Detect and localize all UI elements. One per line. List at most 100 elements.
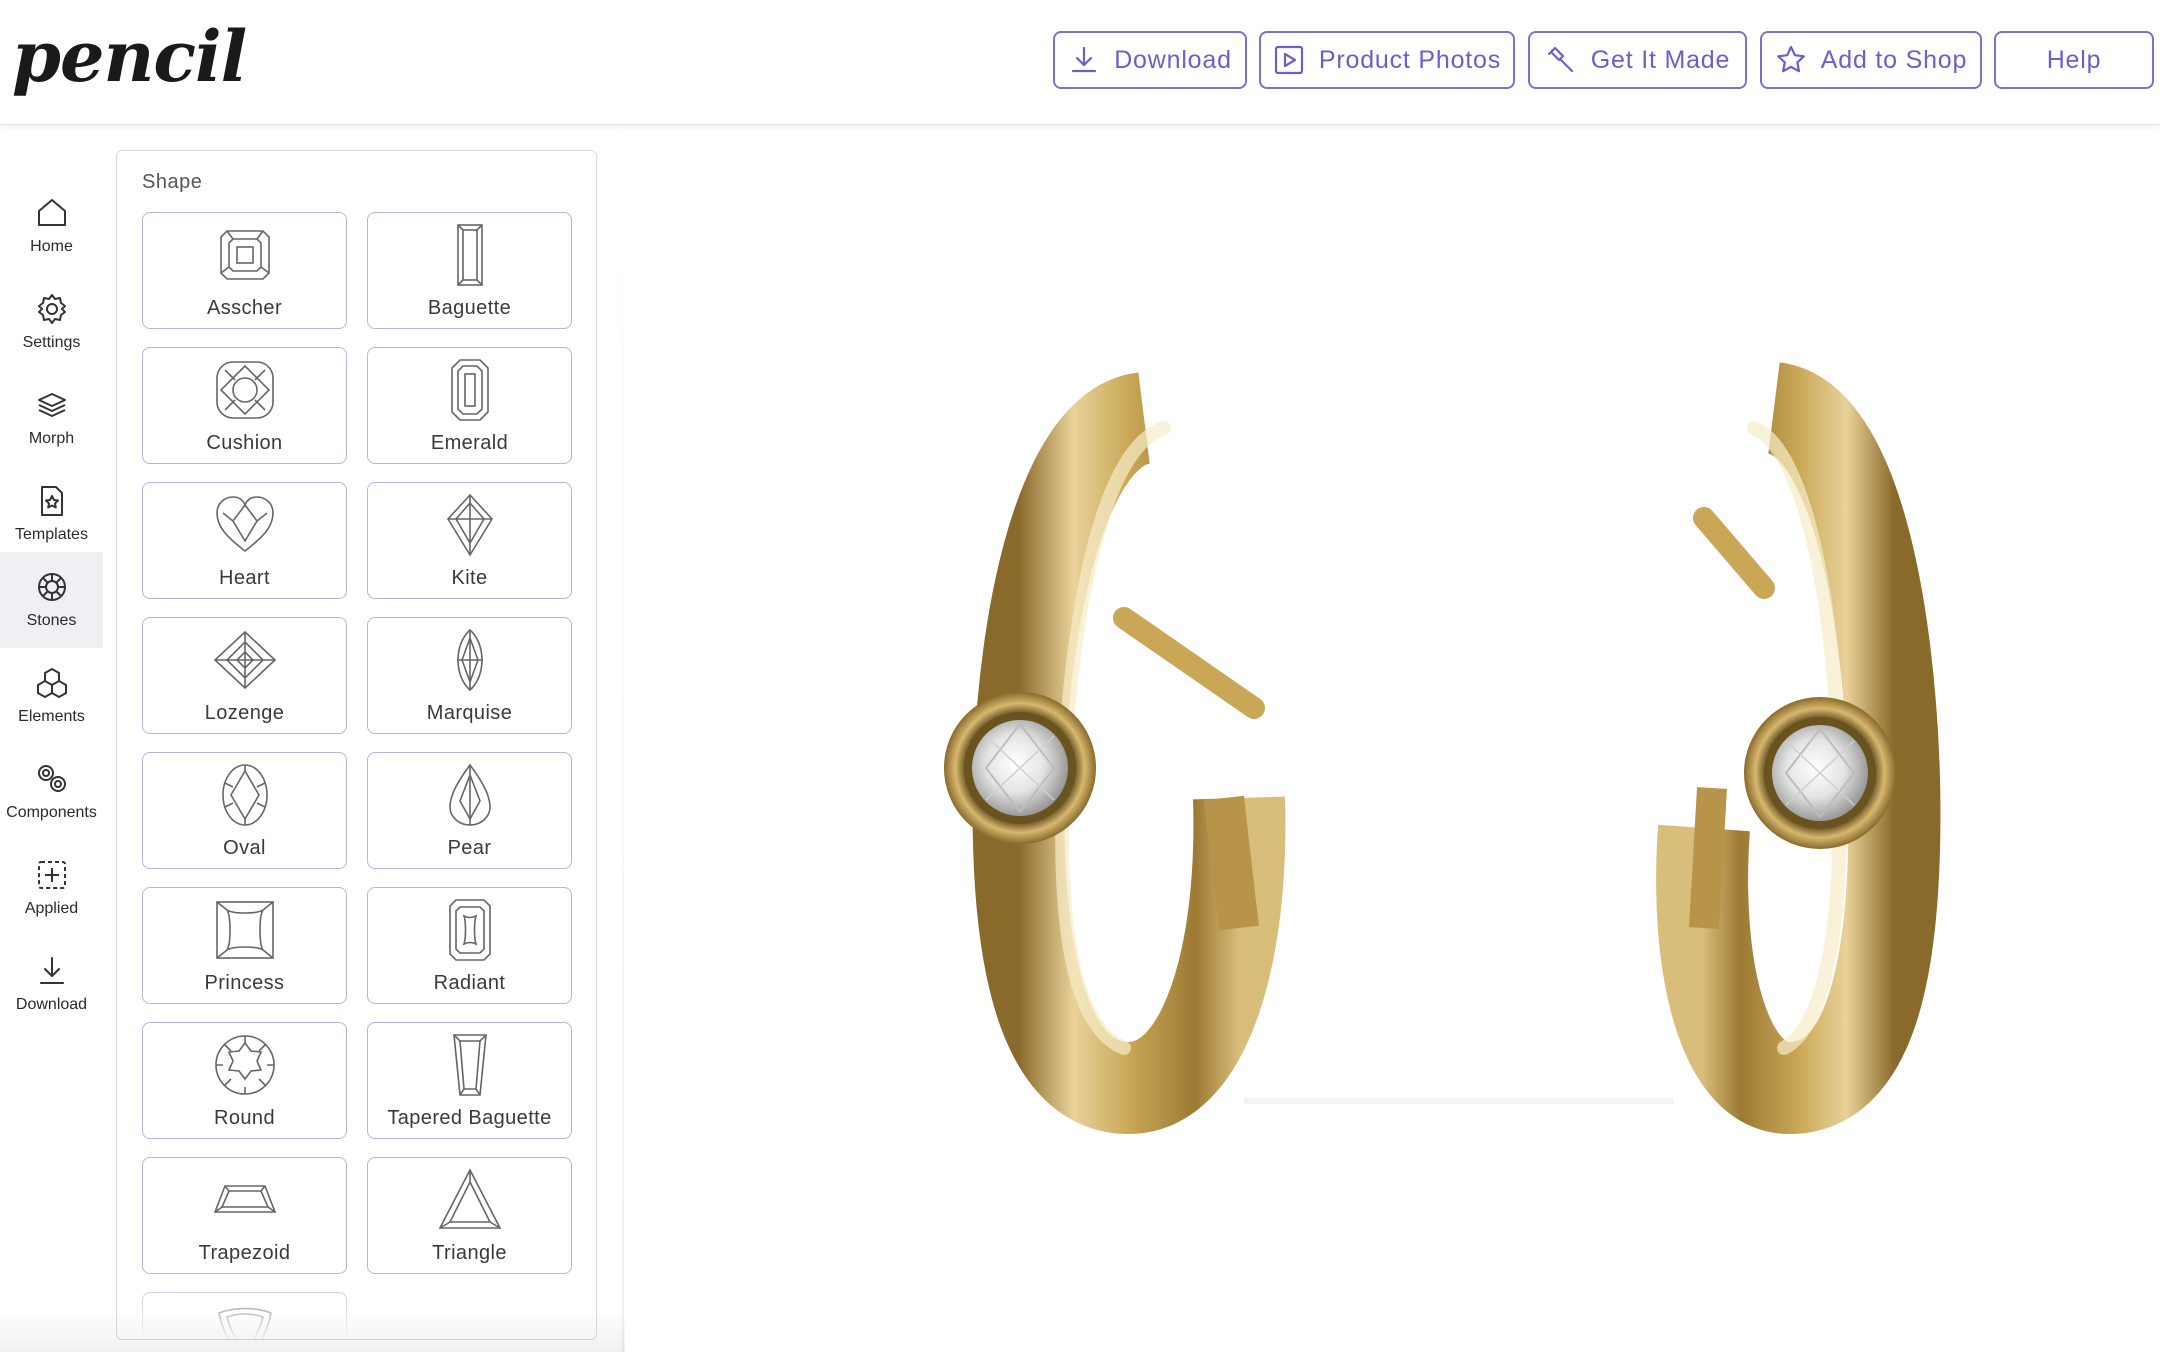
baguette-icon (457, 224, 483, 286)
rail-item-home[interactable]: Home (0, 178, 103, 274)
gears-icon (37, 765, 66, 792)
round-icon (215, 1035, 275, 1095)
applied-plus-icon (37, 861, 66, 889)
emerald-icon (451, 359, 489, 421)
shape-label: Cushion (206, 432, 283, 454)
shape-label: Princess (204, 972, 285, 994)
home-icon (37, 199, 66, 226)
shape-label: Asscher (206, 297, 283, 319)
stone-icon (37, 573, 66, 601)
rail-item-components[interactable]: Components (0, 744, 103, 840)
shape-triangle[interactable]: Triangle (367, 1157, 572, 1274)
shape-label: Round (214, 1107, 275, 1129)
rail-item-label: Morph (28, 430, 75, 447)
earring-render (944, 362, 1941, 1135)
download-icon (1072, 46, 1097, 73)
rail-item-label: Home (30, 238, 73, 255)
template-star-icon (40, 486, 63, 516)
logo-text: pencil (12, 15, 247, 98)
left-earring (944, 372, 1286, 1135)
help-button[interactable]: Help (1994, 31, 2154, 89)
shape-label: Emerald (430, 432, 509, 454)
shape-round[interactable]: Round (142, 1022, 347, 1139)
gear-icon (37, 294, 66, 324)
shape-radiant[interactable]: Radiant (367, 887, 572, 1004)
heart-icon (216, 496, 274, 553)
get-it-made-button[interactable]: Get It Made (1528, 31, 1747, 89)
shape-kite[interactable]: Kite (367, 482, 572, 599)
shape-asscher[interactable]: Asscher (142, 212, 347, 329)
layers-icon (37, 393, 66, 417)
get-it-made-button-label: Get It Made (1590, 45, 1731, 74)
radiant-icon (449, 899, 491, 961)
product-photos-button[interactable]: Product Photos (1259, 31, 1515, 89)
shape-oval[interactable]: Oval (142, 752, 347, 869)
product-photos-button-label: Product Photos (1318, 45, 1502, 74)
rail-item-morph[interactable]: Morph (0, 370, 103, 466)
shape-trapezoid[interactable]: Trapezoid (142, 1157, 347, 1274)
pear-icon (449, 763, 491, 826)
rail-item-templates[interactable]: Templates (0, 466, 103, 562)
lozenge-icon (213, 630, 277, 690)
shape-cushion[interactable]: Cushion (142, 347, 347, 464)
rail-item-label: Components (6, 804, 97, 821)
shape-baguette[interactable]: Baguette (367, 212, 572, 329)
trapezoid-icon (213, 1185, 277, 1213)
princess-icon (216, 901, 274, 959)
oval-icon (222, 764, 268, 826)
shape-label: Radiant (433, 972, 506, 994)
shape-label: Oval (223, 837, 266, 859)
shape-lozenge[interactable]: Lozenge (142, 617, 347, 734)
shape-label: Pear (447, 837, 492, 859)
download-icon (39, 957, 64, 984)
top-bar: pencil Download Product Photos Get It Ma… (0, 0, 2160, 125)
hammer-icon (1547, 46, 1573, 73)
shape-label: Marquise (426, 702, 513, 724)
rail-item-label: Applied (24, 900, 79, 917)
rail-item-elements[interactable]: Elements (0, 648, 103, 744)
rail-item-label: Elements (18, 708, 85, 725)
rail-item-applied[interactable]: Applied (0, 840, 103, 936)
rail-item-stones[interactable]: Stones (0, 552, 103, 648)
rail-item-label: Templates (15, 526, 88, 543)
tapered-baguette-icon (453, 1034, 487, 1096)
download-button[interactable]: Download (1053, 31, 1247, 89)
asscher-icon (220, 230, 270, 280)
shape-marquise[interactable]: Marquise (367, 617, 572, 734)
rail-item-settings[interactable]: Settings (0, 274, 103, 370)
rail-item-label: Settings (22, 334, 81, 351)
triangle-icon (438, 1168, 502, 1229)
shape-pear[interactable]: Pear (367, 752, 572, 869)
pencil-logo[interactable]: pencil (12, 12, 247, 102)
shape-panel: Shape Asscher Baguette Cushion Emerald H… (116, 150, 597, 1340)
shape-label: Baguette (427, 297, 512, 319)
shape-heart[interactable]: Heart (142, 482, 347, 599)
cushion-icon (216, 361, 274, 419)
add-to-shop-button[interactable]: Add to Shop (1760, 31, 1982, 89)
shape-tapered-baguette[interactable]: Tapered Baguette (367, 1022, 572, 1139)
shape-label: Heart (219, 567, 270, 589)
rail-item-label: Stones (26, 612, 77, 629)
help-button-label: Help (2046, 45, 2102, 74)
shape-emerald[interactable]: Emerald (367, 347, 572, 464)
rail-item-download[interactable]: Download (0, 936, 103, 1032)
shape-label: Trapezoid (198, 1242, 291, 1264)
shape-label: Lozenge (204, 702, 285, 724)
shape-label: Tapered Baguette (387, 1107, 552, 1129)
marquise-icon (457, 628, 483, 692)
panel-bottom-shadow (0, 1310, 625, 1352)
right-earring (1656, 362, 1941, 1135)
kite-icon (447, 493, 493, 557)
cubes-icon (36, 668, 67, 698)
shape-princess[interactable]: Princess (142, 887, 347, 1004)
add-to-shop-button-label: Add to Shop (1820, 45, 1968, 74)
panel-title: Shape (142, 171, 203, 193)
shape-label: Triangle (432, 1242, 507, 1264)
3d-viewport[interactable] (624, 128, 2160, 1352)
ground-shadow (1244, 1098, 1674, 1104)
rail-item-label: Download (15, 996, 88, 1013)
shape-label: Kite (451, 567, 488, 589)
play-square-icon (1274, 45, 1304, 75)
star-icon (1776, 45, 1805, 73)
download-button-label: Download (1114, 45, 1232, 74)
